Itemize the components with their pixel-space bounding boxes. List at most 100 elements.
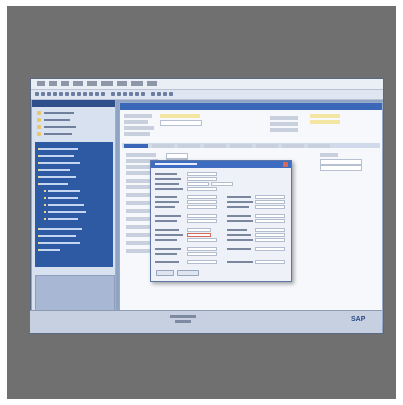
text-field[interactable] [187,238,217,242]
toolbar-button[interactable] [83,92,87,96]
text-field[interactable] [187,214,217,218]
module-icon [44,204,46,206]
sidebar-item[interactable] [40,249,60,251]
toolbar-button[interactable] [129,92,133,96]
menu-item[interactable] [61,81,69,86]
toolbar-button[interactable] [123,92,127,96]
toolbar-button[interactable] [151,92,155,96]
toolbar-button[interactable] [41,92,45,96]
text-field[interactable] [187,177,217,181]
sidebar-item[interactable] [40,242,80,244]
menu-item[interactable] [131,81,143,86]
text-field[interactable] [187,195,217,199]
text-field[interactable] [160,120,202,126]
sidebar-item[interactable] [40,148,78,150]
tab[interactable] [230,144,252,148]
tab[interactable] [152,144,174,148]
toolbar-button[interactable] [111,92,115,96]
menu-item[interactable] [147,81,157,86]
text-field[interactable] [255,247,285,251]
tab[interactable] [178,144,200,148]
toolbar-button[interactable] [89,92,93,96]
text-field[interactable] [187,247,217,251]
toolbar-button[interactable] [135,92,139,96]
sidebar-item[interactable] [48,211,86,213]
sidebar-item[interactable] [48,190,80,192]
text-field[interactable] [187,219,217,223]
toolbar-button[interactable] [169,92,173,96]
text-field[interactable] [187,205,217,209]
toolbar-button[interactable] [101,92,105,96]
module-icon [44,211,46,213]
sidebar-item[interactable] [40,228,82,230]
tab-strip [122,143,380,148]
toolbar-button[interactable] [47,92,51,96]
text-field[interactable] [255,205,285,209]
text-field[interactable] [255,260,285,264]
text-field[interactable] [255,195,285,199]
toolbar-button[interactable] [157,92,161,96]
sidebar-item[interactable] [35,131,113,137]
menu-item[interactable] [37,81,45,86]
menu-item[interactable] [87,81,97,86]
toolbar-button[interactable] [53,92,57,96]
sidebar-module-section [35,142,113,267]
sidebar-item[interactable] [40,183,68,185]
info-box [310,114,340,118]
ok-button[interactable] [156,270,174,276]
text-field[interactable] [187,182,209,186]
toolbar-button[interactable] [71,92,75,96]
text-field[interactable] [187,252,217,256]
toolbar-button[interactable] [95,92,99,96]
sap-logo: SAP [351,316,366,323]
toolbar-button[interactable] [117,92,121,96]
toolbar-button[interactable] [141,92,145,96]
sidebar-item[interactable] [40,155,74,157]
sidebar [32,100,116,326]
text-field[interactable] [187,200,217,204]
text-field[interactable] [255,219,285,223]
text-field[interactable] [187,187,217,191]
tab[interactable] [256,144,278,148]
menu-item[interactable] [49,81,57,86]
text-field[interactable] [187,260,217,264]
text-field[interactable] [187,172,217,176]
text-field[interactable] [255,233,285,237]
sidebar-item[interactable] [48,218,78,220]
sidebar-item[interactable] [40,235,76,237]
toolbar-button[interactable] [77,92,81,96]
menu-item[interactable] [73,81,83,86]
required-field[interactable] [187,233,211,237]
tab[interactable] [282,144,304,148]
text-field[interactable] [255,228,285,232]
sidebar-item[interactable] [40,162,80,164]
text-field[interactable] [187,228,211,232]
dropdown[interactable] [211,182,233,186]
cancel-button[interactable] [177,270,199,276]
text-field[interactable] [255,238,285,242]
folder-icon [37,125,41,129]
sidebar-item[interactable] [40,176,76,178]
sidebar-item[interactable] [35,124,113,130]
sidebar-item[interactable] [35,117,113,123]
tab[interactable] [124,144,148,148]
toolbar-button[interactable] [59,92,63,96]
text-field[interactable] [255,214,285,218]
menu-item[interactable] [101,81,113,86]
toolbar-button[interactable] [65,92,69,96]
sidebar-title [32,100,115,107]
toolbar-button[interactable] [163,92,167,96]
tab[interactable] [204,144,226,148]
sidebar-item[interactable] [48,197,78,199]
tab[interactable] [308,144,330,148]
toolbar-button[interactable] [35,92,39,96]
key-field[interactable] [160,114,200,118]
close-icon[interactable] [283,162,288,167]
menu-item[interactable] [117,81,127,86]
sidebar-item[interactable] [48,204,84,206]
folder-icon [37,132,41,136]
sidebar-item[interactable] [35,110,113,116]
text-field[interactable] [320,165,362,171]
sidebar-item[interactable] [40,169,70,171]
text-field[interactable] [255,200,285,204]
